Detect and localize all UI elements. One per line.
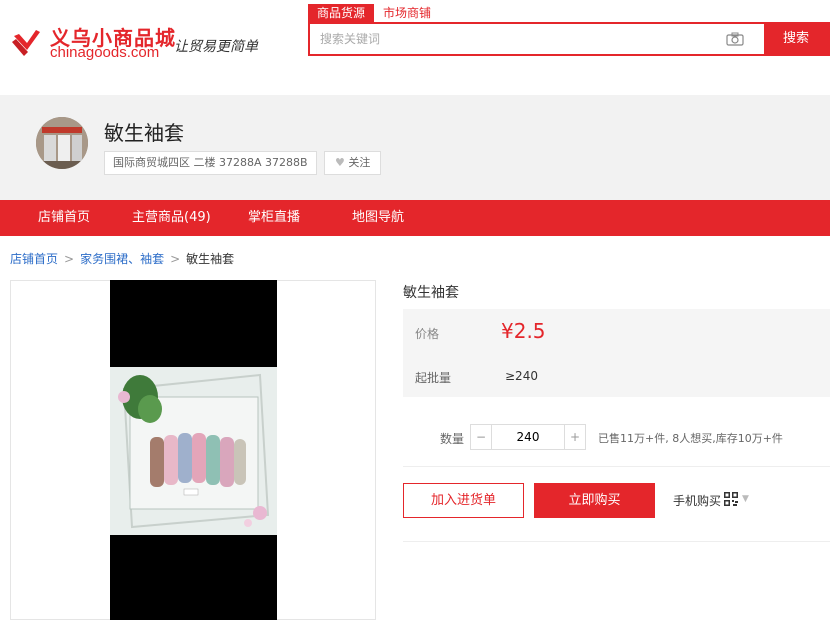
heart-icon: ♥ [335,156,345,169]
camera-icon[interactable] [726,32,744,46]
product-image[interactable] [110,367,277,535]
qr-code-icon[interactable] [724,492,738,506]
search-input[interactable] [310,24,780,54]
shop-avatar[interactable] [36,117,88,169]
logo-slogan: 让贸易更简单 [174,39,258,55]
buy-now-button[interactable]: 立即购买 [534,483,655,518]
breadcrumb: 店铺首页 > 家务围裙、袖套 > 敏生袖套 [10,250,234,267]
price-panel: 价格 ¥2.5 起批量 ≥240 [403,309,830,397]
mobile-buy-link[interactable]: 手机购买 [673,492,721,509]
nav-map[interactable]: 地图导航 [352,200,404,236]
search-button[interactable]: 搜索 [764,24,828,54]
breadcrumb-separator: > [64,252,75,266]
breadcrumb-current: 敏生袖套 [186,252,235,266]
tab-market-shops[interactable]: 市场商铺 [374,4,440,22]
moq-value: ≥240 [505,369,538,383]
shop-address: 国际商贸城四区 二楼 37288A 37288B [104,151,317,175]
divider [403,466,830,467]
quantity-decrease-button[interactable]: − [470,424,492,450]
price-label: 价格 [415,327,440,341]
storefront-image [36,117,88,169]
add-to-cart-button[interactable]: 加入进货单 [403,483,524,518]
chevron-down-icon[interactable]: ▼ [742,494,749,504]
breadcrumb-home[interactable]: 店铺首页 [10,252,58,266]
search-bar: 搜索 [308,22,830,56]
search-tabs: 商品货源 市场商铺 [308,4,440,22]
tab-goods-source[interactable]: 商品货源 [308,4,375,22]
follow-label: 关注 [348,156,371,169]
breadcrumb-separator: > [170,252,181,266]
follow-button[interactable]: ♥ 关注 [324,151,382,175]
quantity-increase-button[interactable]: + [564,424,586,450]
nav-main-products[interactable]: 主营商品(49) [132,200,211,236]
product-title: 敏生袖套 [403,285,459,301]
stock-info: 已售11万+件, 8人想买,库存10万+件 [598,432,783,445]
logo-text-en: chinagoods.com [50,44,160,61]
quantity-label: 数量 [440,432,465,446]
nav-shop-home[interactable]: 店铺首页 [38,200,90,236]
nav-live[interactable]: 掌柜直播 [248,200,300,236]
divider [403,541,830,542]
shop-name: 敏生袖套 [104,121,184,145]
shop-nav: 店铺首页 主营商品(49) 掌柜直播 地图导航 [0,200,830,236]
shop-header: 敏生袖套 国际商贸城四区 二楼 37288A 37288B ♥ 关注 [0,95,830,200]
breadcrumb-category[interactable]: 家务围裙、袖套 [80,252,164,266]
quantity-input[interactable] [492,424,564,450]
logo-mark-icon [12,30,40,56]
site-logo[interactable]: 义乌小商品城 chinagoods.com 让贸易更简单 [10,22,280,66]
moq-label: 起批量 [415,371,452,385]
price-value: ¥2.5 [501,319,546,343]
